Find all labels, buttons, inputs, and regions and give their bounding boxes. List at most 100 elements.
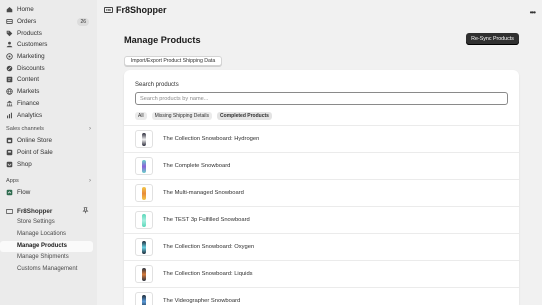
resync-products-button[interactable]: Re-Sync Products — [466, 33, 519, 45]
product-row[interactable]: The Collection Snowboard: Hydrogen — [124, 125, 519, 152]
snowboard-image — [142, 159, 146, 173]
product-list: The Collection Snowboard: Hydrogen The Co… — [124, 125, 519, 305]
product-thumbnail — [135, 184, 153, 202]
sidebar-item-online-store[interactable]: Online Store — [0, 135, 97, 147]
sidebar-item-label: Content — [17, 76, 40, 84]
filter-chips: All Missing Shipping Details Completed Pro… — [135, 112, 272, 120]
product-thumbnail — [135, 292, 153, 305]
orders-icon — [6, 18, 13, 25]
app-header: FRI Fr8Shopper — [104, 5, 167, 15]
sidebar-item-label: Point of Sale — [17, 148, 53, 156]
product-row[interactable]: The Multi-managed Snowboard — [124, 179, 519, 206]
product-name: The Collection Snowboard: Oxygen — [163, 244, 255, 250]
content-icon — [6, 76, 13, 83]
sidebar-app-fr8shopper[interactable]: Fr8Shopper — [0, 206, 97, 218]
sidebar-item-analytics[interactable]: Analytics — [0, 109, 97, 121]
sidebar-item-customers[interactable]: Customers — [0, 39, 97, 51]
import-export-button[interactable]: Import/Export Product Shipping Data — [124, 56, 222, 66]
apps-title: Apps — [6, 178, 19, 185]
snowboard-image — [142, 240, 146, 254]
product-thumbnail — [135, 130, 153, 148]
app-sub-nav: Store Settings Manage Locations Manage Pro… — [0, 217, 97, 275]
sidebar-item-label: Analytics — [17, 111, 43, 119]
sidebar-item-marketing[interactable]: Marketing — [0, 51, 97, 63]
sidebar-item-home[interactable]: Home — [0, 4, 97, 16]
sales-channels-title: Sales channels — [6, 126, 44, 133]
sidebar-item-products[interactable]: Products — [0, 27, 97, 39]
sidebar-item-label: Flow — [17, 189, 31, 197]
product-row[interactable]: The Collection Snowboard: Liquids — [124, 260, 519, 287]
target-icon — [6, 53, 13, 60]
sidebar-item-label: Online Store — [17, 137, 53, 145]
pos-icon — [6, 149, 13, 156]
sidebar-item-label: Home — [17, 6, 34, 14]
product-row[interactable]: The Videographer Snowboard — [124, 287, 519, 305]
sales-channels-nav: Online Store Point of Sale Shop — [0, 135, 97, 170]
tag-icon — [6, 30, 13, 37]
product-thumbnail — [135, 238, 153, 256]
filter-chip-missing-shipping-details[interactable]: Missing Shipping Details — [151, 112, 213, 120]
count-badge: 26 — [77, 17, 89, 26]
product-name: The TEST 3p Fulfilled Snowboard — [163, 217, 250, 223]
bank-icon — [6, 100, 13, 107]
product-name: The Complete Snowboard — [163, 163, 231, 169]
discount-icon — [6, 65, 13, 72]
chevron-right-icon[interactable]: › — [89, 178, 91, 184]
chevron-right-icon[interactable]: › — [89, 126, 91, 132]
sidebar-item-discounts[interactable]: Discounts — [0, 62, 97, 74]
sidebar-item-point-of-sale[interactable]: Point of Sale — [0, 147, 97, 159]
snowboard-image — [142, 213, 146, 227]
app-logo: FRI — [104, 7, 113, 13]
sidebar-subitem-manage-shipments[interactable]: Manage Shipments — [0, 252, 93, 264]
store-icon — [6, 137, 13, 144]
globe-icon — [6, 88, 13, 95]
product-thumbnail — [135, 265, 153, 283]
sidebar-item-label: Marketing — [17, 53, 45, 61]
sidebar-item-orders[interactable]: Orders 26 — [0, 16, 97, 28]
fr8shopper-logo-icon — [6, 208, 13, 215]
sidebar-subitem-manage-locations[interactable]: Manage Locations — [0, 229, 93, 241]
sidebar-item-content[interactable]: Content — [0, 74, 97, 86]
sidebar-item-label: Products — [17, 29, 42, 37]
apps-nav: Flow — [0, 187, 97, 199]
snowboard-image — [142, 294, 146, 305]
sidebar-item-finance[interactable]: Finance — [0, 98, 97, 110]
sidebar-item-label: Finance — [17, 99, 40, 107]
person-icon — [6, 41, 13, 48]
page-title: Manage Products — [124, 35, 201, 45]
product-name: The Multi-managed Snowboard — [163, 190, 244, 196]
sidebar-item-shop[interactable]: Shop — [0, 158, 97, 170]
app-title: Fr8Shopper — [116, 5, 167, 15]
home-icon — [6, 6, 13, 13]
sidebar-item-markets[interactable]: Markets — [0, 86, 97, 98]
filter-chip-all[interactable]: All — [135, 112, 147, 120]
product-thumbnail — [135, 211, 153, 229]
product-name: The Collection Snowboard: Hydrogen — [163, 136, 260, 142]
apps-header[interactable]: Apps › — [0, 176, 97, 187]
shop-icon — [6, 161, 13, 168]
sidebar-item-label: Shop — [17, 160, 32, 168]
search-input[interactable] — [135, 92, 508, 105]
sidebar-item-label: Customers — [17, 41, 48, 49]
flow-icon — [6, 189, 13, 196]
sidebar-subitem-customs-management[interactable]: Customs Management — [0, 264, 93, 276]
product-thumbnail — [135, 157, 153, 175]
product-row[interactable]: The Complete Snowboard — [124, 152, 519, 179]
sidebar: Home Orders 26 Products Customers Marketing Di… — [0, 0, 97, 305]
search-label: Search products — [135, 82, 179, 88]
snowboard-image — [142, 267, 146, 281]
sales-channels-header[interactable]: Sales channels › — [0, 124, 97, 135]
sidebar-item-flow[interactable]: Flow — [0, 187, 97, 199]
pin-icon[interactable] — [82, 207, 89, 216]
product-row[interactable]: The Collection Snowboard: Oxygen — [124, 233, 519, 260]
sidebar-subitem-manage-products[interactable]: Manage Products — [0, 240, 93, 253]
filter-chip-completed-products[interactable]: Completed Products — [217, 112, 272, 120]
snowboard-image — [142, 132, 146, 146]
sidebar-item-label: Discounts — [17, 64, 45, 72]
sidebar-app-name: Fr8Shopper — [17, 207, 53, 215]
product-row[interactable]: The TEST 3p Fulfilled Snowboard — [124, 206, 519, 233]
sidebar-subitem-store-settings[interactable]: Store Settings — [0, 217, 93, 229]
sidebar-item-label: Markets — [17, 88, 40, 96]
product-name: The Videographer Snowboard — [163, 298, 241, 304]
more-options-icon[interactable]: ••• — [530, 8, 536, 17]
